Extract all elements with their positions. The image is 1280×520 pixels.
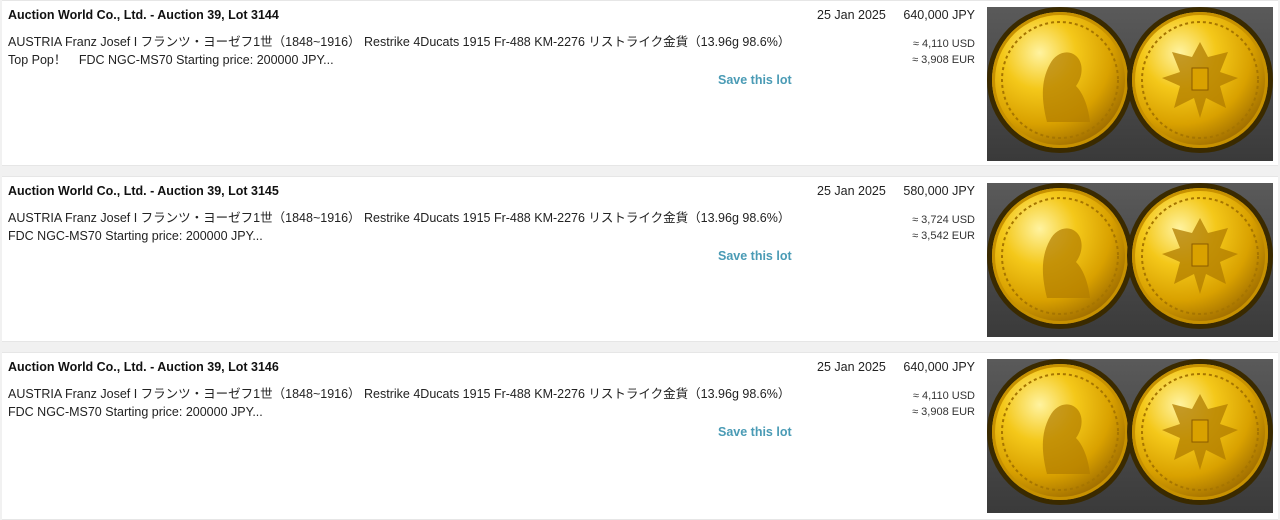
auction-date: 25 Jan 2025 — [817, 360, 886, 374]
lot-card: Auction World Co., Ltd. - Auction 39, Lo… — [2, 352, 1278, 520]
price-eur: ≈ 3,908 EUR — [912, 406, 975, 418]
price-usd: ≈ 4,110 USD — [912, 390, 975, 402]
lot-description: AUSTRIA Franz Josef I フランツ・ヨーゼフ1世（1848~1… — [8, 211, 810, 243]
coin-portrait-icon — [992, 364, 1128, 500]
lot-card: Auction World Co., Ltd. - Auction 39, Lo… — [2, 176, 1278, 342]
double-eagle-icon — [1132, 364, 1268, 500]
coin-portrait-icon — [992, 12, 1128, 148]
price-usd: ≈ 3,724 USD — [912, 214, 975, 226]
lot-price: 640,000 JPY — [903, 360, 975, 374]
lot-thumbnail[interactable] — [987, 7, 1273, 161]
save-lot-button[interactable]: Save this lot — [718, 249, 792, 263]
lot-title[interactable]: Auction World Co., Ltd. - Auction 39, Lo… — [8, 8, 279, 22]
lot-title[interactable]: Auction World Co., Ltd. - Auction 39, Lo… — [8, 360, 279, 374]
coin-portrait-icon — [992, 188, 1128, 324]
price-eur: ≈ 3,542 EUR — [912, 230, 975, 242]
double-eagle-icon — [1132, 12, 1268, 148]
lot-price: 580,000 JPY — [903, 184, 975, 198]
lot-thumbnail[interactable] — [987, 183, 1273, 337]
save-lot-button[interactable]: Save this lot — [718, 425, 792, 439]
lot-description: AUSTRIA Franz Josef I フランツ・ヨーゼフ1世（1848~1… — [8, 35, 785, 67]
double-eagle-icon — [1132, 188, 1268, 324]
save-lot-button[interactable]: Save this lot — [718, 73, 792, 87]
lot-card: Auction World Co., Ltd. - Auction 39, Lo… — [2, 0, 1278, 166]
lot-description: AUSTRIA Franz Josef I フランツ・ヨーゼフ1世（1848~1… — [8, 387, 810, 419]
auction-date: 25 Jan 2025 — [817, 8, 886, 22]
lot-title[interactable]: Auction World Co., Ltd. - Auction 39, Lo… — [8, 184, 279, 198]
lot-thumbnail[interactable] — [987, 359, 1273, 513]
price-usd: ≈ 4,110 USD — [912, 38, 975, 50]
auction-date: 25 Jan 2025 — [817, 184, 886, 198]
lot-price: 640,000 JPY — [903, 8, 975, 22]
price-eur: ≈ 3,908 EUR — [912, 54, 975, 66]
